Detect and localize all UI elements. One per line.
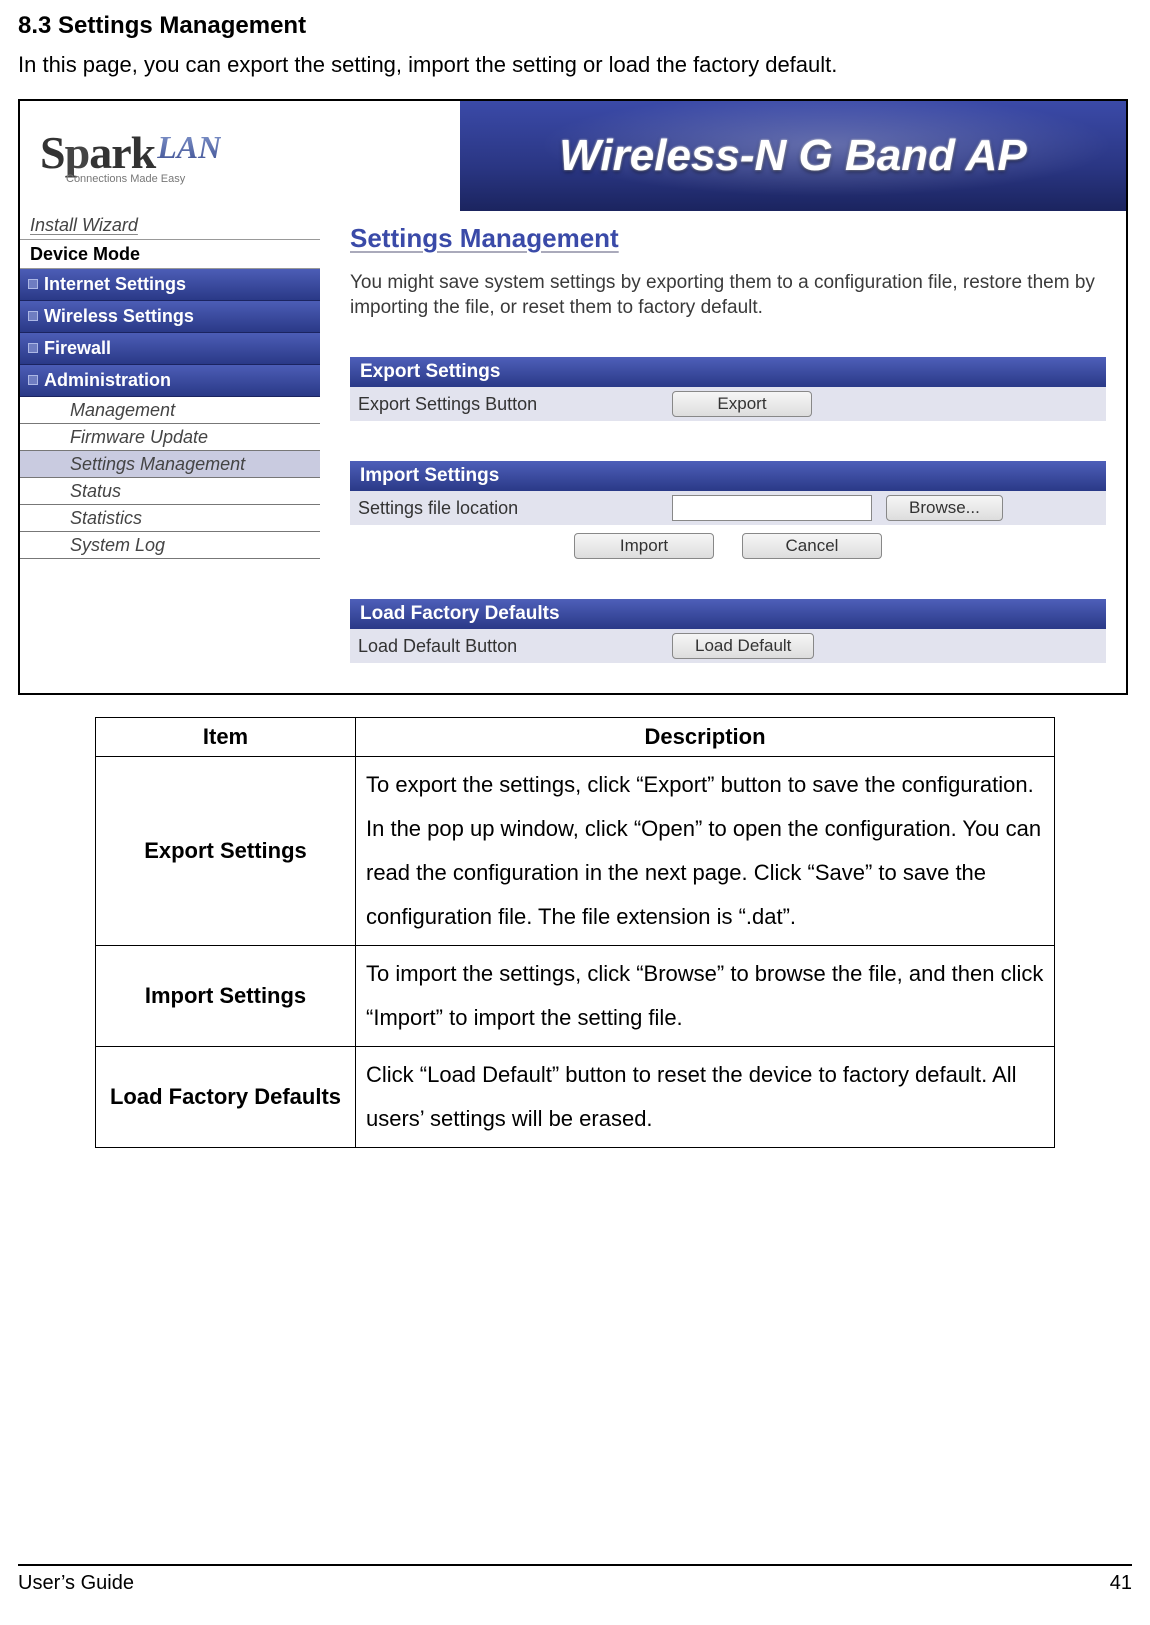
sidebar-item-statistics[interactable]: Statistics xyxy=(20,505,320,532)
logo: SparkLAN xyxy=(40,126,221,179)
logo-part: ark xyxy=(89,127,155,178)
table-row-item: Load Factory Defaults xyxy=(96,1047,356,1148)
table-row-desc: To export the settings, click “Export” b… xyxy=(356,757,1055,946)
content-area: Settings Management You might save syste… xyxy=(320,211,1126,693)
sidebar-group-firewall[interactable]: Firewall xyxy=(20,333,320,365)
sidebar-group-administration[interactable]: Administration xyxy=(20,365,320,397)
import-button-row: Import Cancel xyxy=(350,525,1106,579)
sidebar-install-wizard[interactable]: Install Wizard xyxy=(20,211,320,240)
defaults-header: Load Factory Defaults xyxy=(350,599,1106,629)
cancel-button[interactable]: Cancel xyxy=(742,533,882,559)
table-row-desc: Click “Load Default” button to reset the… xyxy=(356,1047,1055,1148)
sidebar-group-label: Administration xyxy=(44,370,171,391)
section-heading: 8.3 Settings Management xyxy=(18,12,1132,40)
table-header-item: Item xyxy=(96,718,356,757)
import-button[interactable]: Import xyxy=(574,533,714,559)
export-header: Export Settings xyxy=(350,357,1106,387)
expand-icon xyxy=(28,375,38,385)
table-row-item: Import Settings xyxy=(96,946,356,1047)
export-button[interactable]: Export xyxy=(672,391,812,417)
banner-right: Wireless-N G Band AP xyxy=(460,101,1126,211)
footer-page-number: 41 xyxy=(1110,1572,1132,1595)
export-row: Export Settings Button Export xyxy=(350,387,1106,421)
content-description: You might save system settings by export… xyxy=(350,270,1106,321)
sidebar-item-firmware-update[interactable]: Firmware Update xyxy=(20,424,320,451)
expand-icon xyxy=(28,343,38,353)
logo-part: S xyxy=(40,127,65,178)
sidebar-item-system-log[interactable]: System Log xyxy=(20,532,320,559)
export-row-label: Export Settings Button xyxy=(358,394,658,415)
description-table: Item Description Export Settings To expo… xyxy=(95,717,1055,1148)
sidebar-group-wireless[interactable]: Wireless Settings xyxy=(20,301,320,333)
expand-icon xyxy=(28,279,38,289)
sidebar-group-internet[interactable]: Internet Settings xyxy=(20,269,320,301)
section-intro: In this page, you can export the setting… xyxy=(18,50,1132,81)
table-row-desc: To import the settings, click “Browse” t… xyxy=(356,946,1055,1047)
sidebar-group-label: Internet Settings xyxy=(44,274,186,295)
import-row: Settings file location Browse... xyxy=(350,491,1106,525)
import-header: Import Settings xyxy=(350,461,1106,491)
sidebar-group-label: Wireless Settings xyxy=(44,306,194,327)
sidebar: Install Wizard Device Mode Internet Sett… xyxy=(20,211,320,693)
content-title: Settings Management xyxy=(350,223,1106,254)
expand-icon xyxy=(28,311,38,321)
banner-logo-area: SparkLAN Connections Made Easy xyxy=(20,101,460,211)
sidebar-device-mode[interactable]: Device Mode xyxy=(20,240,320,269)
defaults-row: Load Default Button Load Default xyxy=(350,629,1106,663)
sidebar-item-management[interactable]: Management xyxy=(20,397,320,424)
logo-part: p xyxy=(65,127,90,178)
logo-suffix: LAN xyxy=(157,129,221,165)
footer-guide: User’s Guide xyxy=(18,1572,134,1595)
screenshot: SparkLAN Connections Made Easy Wireless-… xyxy=(18,99,1128,695)
sidebar-item-status[interactable]: Status xyxy=(20,478,320,505)
load-default-button[interactable]: Load Default xyxy=(672,633,814,659)
banner-title: Wireless-N G Band AP xyxy=(559,131,1026,181)
import-row-label: Settings file location xyxy=(358,498,658,519)
page-footer: User’s Guide 41 xyxy=(18,1564,1132,1595)
browse-button[interactable]: Browse... xyxy=(886,495,1003,521)
table-header-description: Description xyxy=(356,718,1055,757)
sidebar-group-label: Firewall xyxy=(44,338,111,359)
banner: SparkLAN Connections Made Easy Wireless-… xyxy=(20,101,1126,211)
sidebar-item-settings-management[interactable]: Settings Management xyxy=(20,451,320,478)
import-file-input[interactable] xyxy=(672,495,872,521)
table-row-item: Export Settings xyxy=(96,757,356,946)
defaults-row-label: Load Default Button xyxy=(358,636,658,657)
